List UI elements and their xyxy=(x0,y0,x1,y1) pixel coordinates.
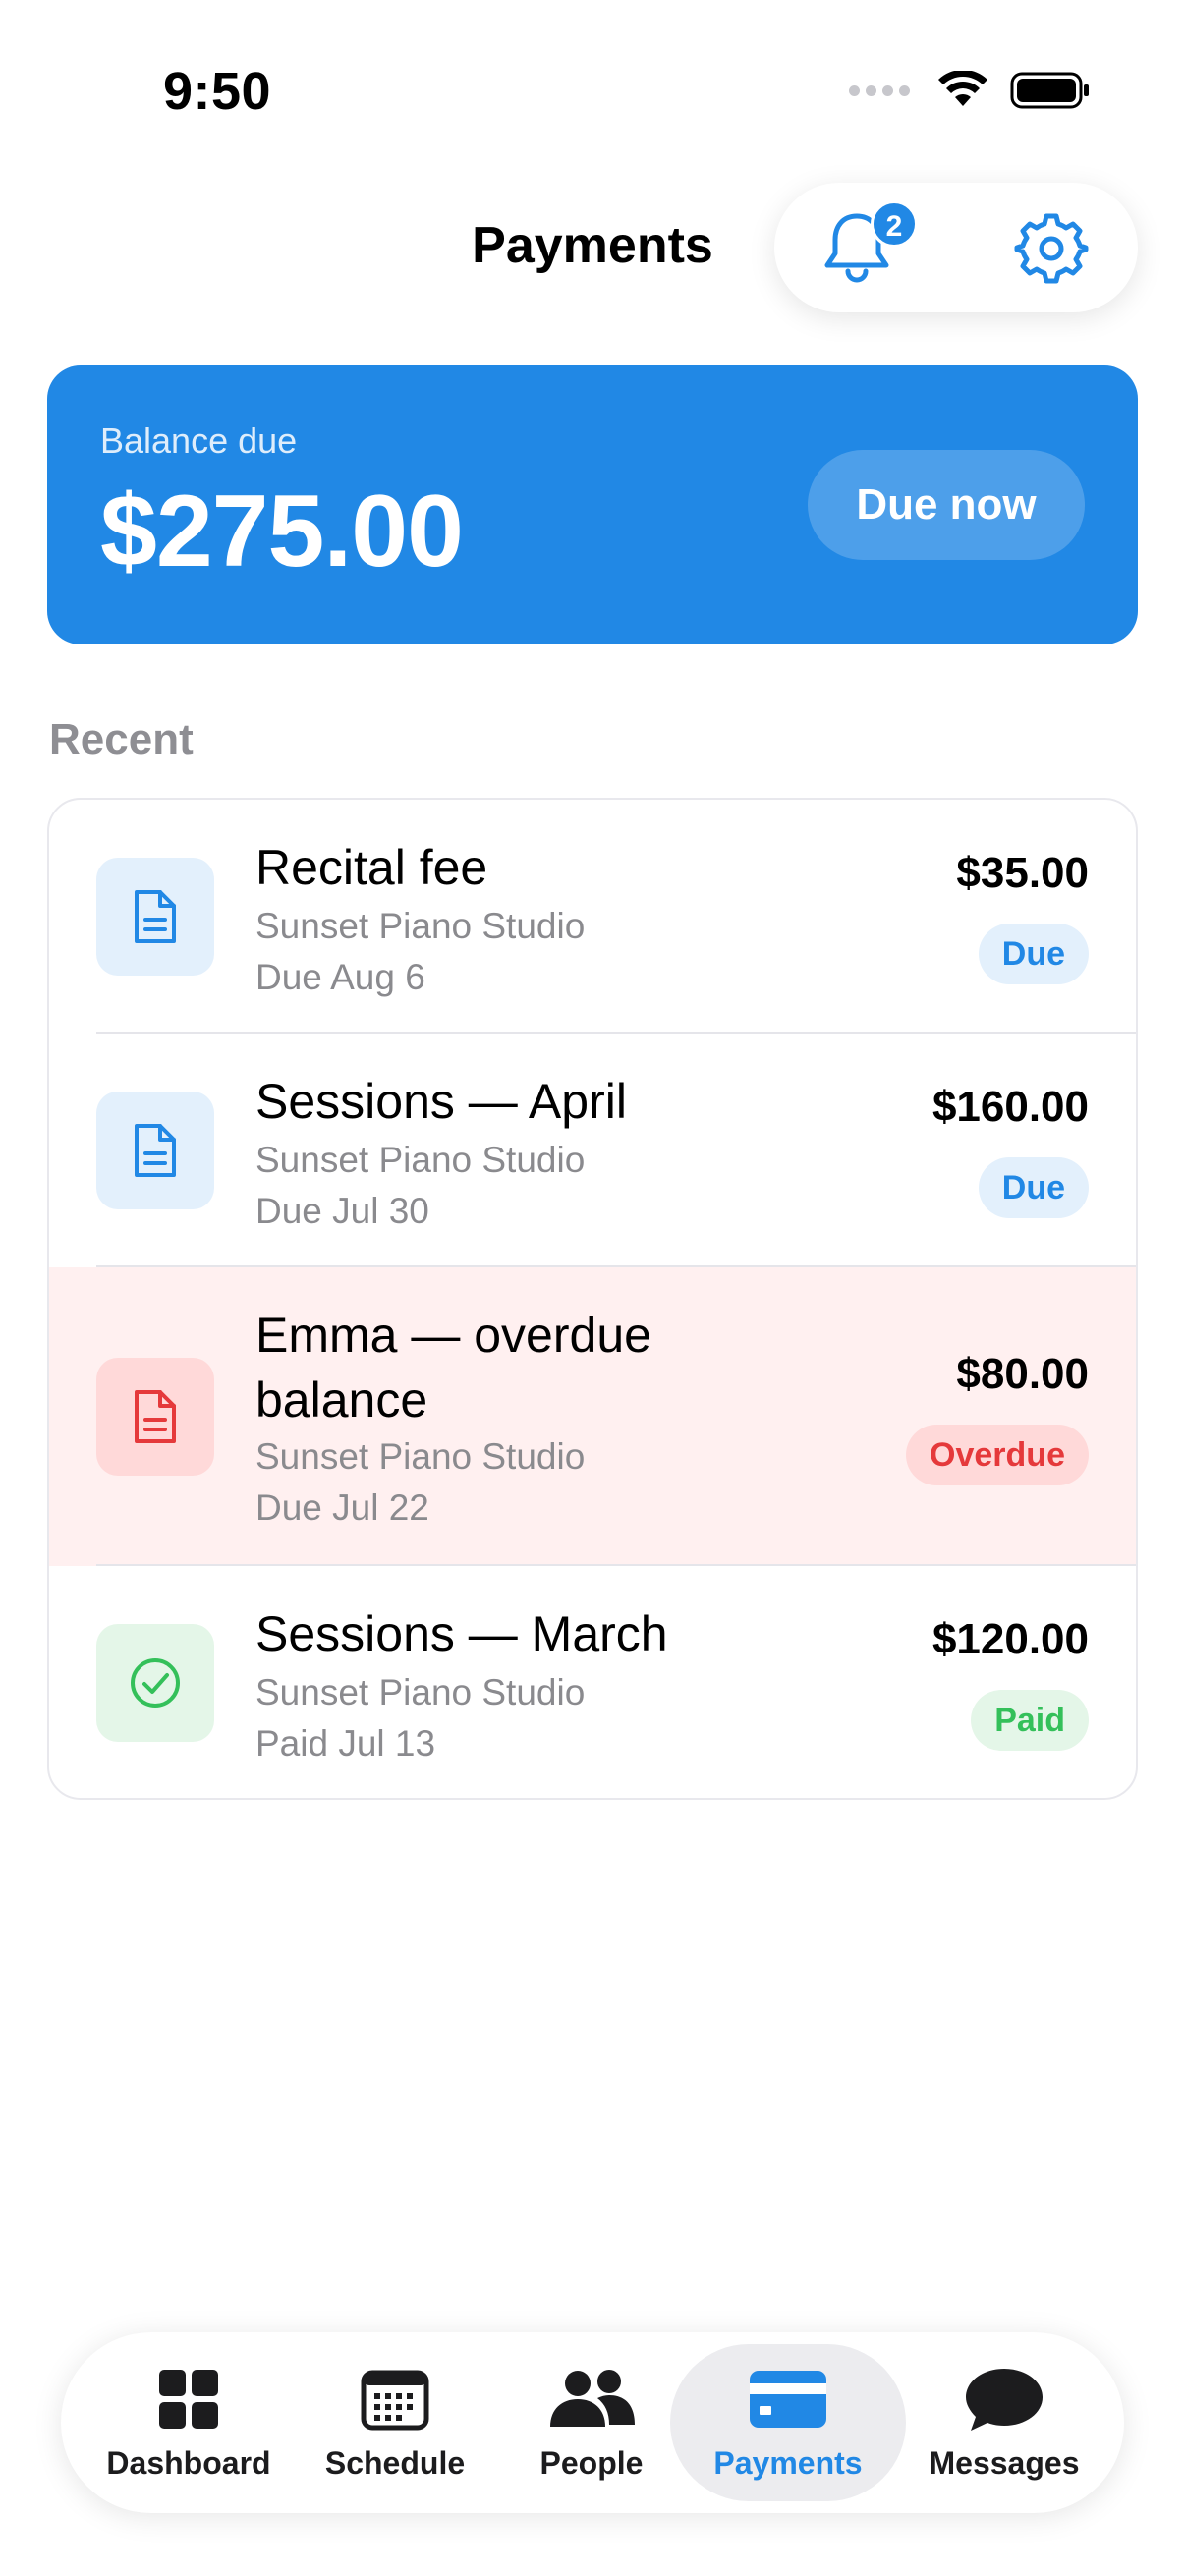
message-bubble-icon xyxy=(963,2365,1045,2434)
status-time: 9:50 xyxy=(163,62,272,121)
payment-amount: $160.00 xyxy=(931,1083,1089,1131)
gear-icon xyxy=(1014,213,1089,284)
payment-row[interactable]: Sessions — March Sunset Piano Studio Pai… xyxy=(49,1566,1136,1798)
due-now-button[interactable]: Due now xyxy=(808,450,1085,560)
status-badge: Paid xyxy=(971,1690,1089,1751)
payment-amount: $35.00 xyxy=(956,849,1089,897)
check-circle-icon xyxy=(96,1624,214,1742)
cellular-signal-icon xyxy=(849,84,910,96)
document-icon xyxy=(96,1358,214,1476)
status-badge: Overdue xyxy=(906,1425,1089,1485)
status-indicators xyxy=(849,71,1091,110)
tab-dashboard[interactable]: Dashboard xyxy=(90,2344,287,2501)
status-badge: Due xyxy=(978,924,1089,984)
document-icon xyxy=(96,858,214,976)
tab-people[interactable]: People xyxy=(503,2344,680,2501)
people-icon xyxy=(544,2365,639,2434)
payment-studio: Sunset Piano Studio xyxy=(255,906,586,946)
tab-label: Schedule xyxy=(324,2444,466,2481)
payment-date: Due Jul 30 xyxy=(255,1191,429,1231)
tab-label: Payments xyxy=(713,2444,863,2481)
tab-label: Messages xyxy=(929,2444,1080,2481)
payment-row-overdue[interactable]: Emma — overdue balance Sunset Piano Stud… xyxy=(49,1267,1136,1566)
payments-screen: 9:50 Payments 2 Balance due $275.00 Due … xyxy=(0,0,1185,2576)
tab-bar: Dashboard Schedule People Payments Messa… xyxy=(61,2332,1124,2513)
tab-schedule[interactable]: Schedule xyxy=(297,2344,493,2501)
payment-title: Sessions — April xyxy=(255,1074,627,1129)
section-title-recent: Recent xyxy=(49,715,194,763)
tab-messages[interactable]: Messages xyxy=(906,2344,1102,2501)
tab-payments[interactable]: Payments xyxy=(670,2344,906,2501)
payment-studio: Sunset Piano Studio xyxy=(255,1436,586,1477)
tab-label: Dashboard xyxy=(106,2444,271,2481)
recent-payments-list: Recital fee Sunset Piano Studio Due Aug … xyxy=(47,798,1138,1800)
battery-icon xyxy=(1010,72,1089,109)
tab-label: People xyxy=(539,2444,644,2481)
payment-studio: Sunset Piano Studio xyxy=(255,1140,586,1180)
payment-title: Sessions — March xyxy=(255,1606,668,1661)
document-icon xyxy=(96,1092,214,1209)
status-badge: Due xyxy=(978,1157,1089,1218)
calendar-icon xyxy=(361,2365,429,2434)
wifi-icon xyxy=(938,71,988,106)
grid-icon xyxy=(157,2365,220,2434)
payment-date: Due Aug 6 xyxy=(255,957,425,997)
payment-amount: $80.00 xyxy=(956,1350,1089,1398)
payment-studio: Sunset Piano Studio xyxy=(255,1672,586,1712)
payment-row[interactable]: Recital fee Sunset Piano Studio Due Aug … xyxy=(49,800,1136,1034)
balance-amount: $275.00 xyxy=(100,475,464,588)
payment-row[interactable]: Sessions — April Sunset Piano Studio Due… xyxy=(49,1034,1136,1267)
payment-title: Recital fee xyxy=(255,840,488,895)
payment-title: Emma — overdue balance xyxy=(255,1308,651,1428)
payment-amount: $120.00 xyxy=(931,1615,1089,1663)
payment-date: Paid Jul 13 xyxy=(255,1723,436,1764)
payment-date: Due Jul 22 xyxy=(255,1487,429,1528)
header-actions: 2 xyxy=(774,183,1138,312)
notification-badge: 2 xyxy=(871,200,918,248)
balance-label: Balance due xyxy=(100,420,298,461)
settings-button[interactable] xyxy=(1008,204,1095,291)
balance-card: Balance due $275.00 Due now xyxy=(47,365,1138,644)
credit-card-icon xyxy=(748,2365,828,2434)
